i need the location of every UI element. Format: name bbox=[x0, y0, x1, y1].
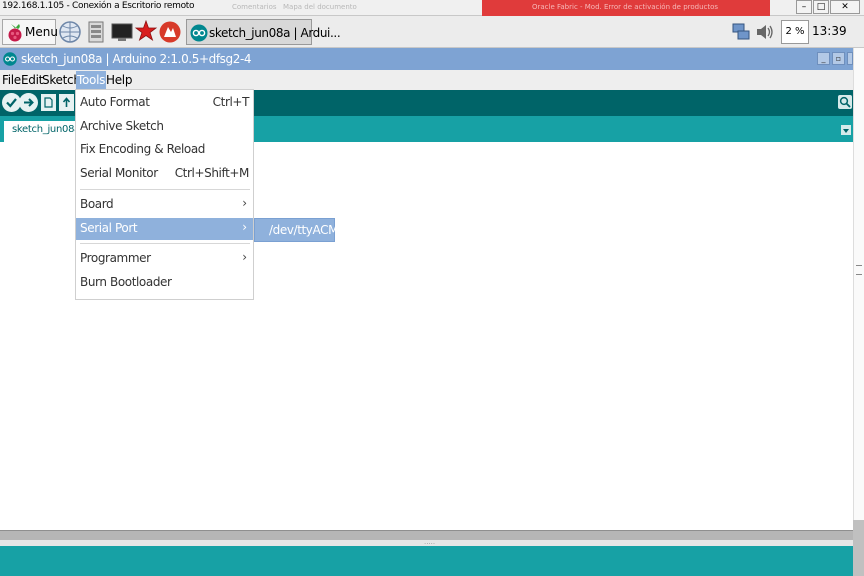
background-window-banner: Oracle Fabric - Mod. Error de activación… bbox=[482, 0, 770, 16]
menu-item-label: Serial Port bbox=[80, 221, 138, 235]
arduino-icon bbox=[3, 52, 17, 66]
cpu-usage-monitor[interactable]: 2 % bbox=[781, 20, 809, 44]
rdp-minimize-button[interactable]: – bbox=[796, 0, 812, 14]
terminal-icon[interactable] bbox=[110, 20, 134, 44]
menu-item-auto-format[interactable]: Auto Format Ctrl+T bbox=[76, 92, 253, 114]
start-menu-button[interactable]: Menu bbox=[2, 19, 58, 45]
menu-item-label: Auto Format bbox=[80, 95, 150, 109]
background-tab-document-map: Mapa del documento bbox=[283, 3, 357, 11]
start-menu-label: Menu bbox=[25, 25, 58, 39]
status-bar bbox=[0, 546, 853, 576]
open-button[interactable] bbox=[59, 94, 74, 111]
serial-port-submenu: /dev/ttyACM0 bbox=[254, 218, 346, 242]
submenu-arrow-icon: › bbox=[242, 250, 247, 264]
vertical-scrollbar[interactable] bbox=[853, 48, 864, 528]
menu-item-label: Fix Encoding & Reload bbox=[80, 142, 205, 156]
taskbar-window-button[interactable]: sketch_jun08a | Ardui... bbox=[186, 19, 341, 45]
serial-monitor-button[interactable] bbox=[838, 95, 852, 109]
upload-button[interactable] bbox=[19, 93, 38, 112]
network-icon[interactable] bbox=[731, 22, 751, 42]
menu-item-programmer[interactable]: Programmer › bbox=[76, 248, 253, 270]
scrollbar-grip[interactable] bbox=[856, 265, 862, 275]
web-browser-icon[interactable] bbox=[58, 20, 82, 44]
menu-item-serial-port[interactable]: Serial Port › bbox=[76, 218, 253, 240]
mathematica-icon[interactable] bbox=[134, 20, 158, 44]
menu-item-serial-monitor[interactable]: Serial Monitor Ctrl+Shift+M bbox=[76, 163, 253, 185]
raspberry-icon bbox=[8, 24, 22, 42]
submenu-arrow-icon: › bbox=[242, 196, 247, 210]
window-title: sketch_jun08a | Arduino 2:1.0.5+dfsg2-4 bbox=[21, 52, 252, 66]
remote-desktop-title: 192.168.1.105 - Conexión a Escritorio re… bbox=[2, 1, 195, 11]
chevron-down-icon bbox=[843, 129, 849, 133]
serial-port-option[interactable]: /dev/ttyACM0 bbox=[269, 223, 346, 237]
wolfram-icon[interactable] bbox=[158, 20, 182, 44]
menu-separator bbox=[80, 189, 250, 190]
file-manager-icon[interactable] bbox=[84, 20, 108, 44]
menu-item-label: Board bbox=[80, 197, 114, 211]
remote-desktop-title-bar: 192.168.1.105 - Conexión a Escritorio re… bbox=[0, 0, 864, 16]
arduino-icon bbox=[190, 24, 208, 42]
tools-dropdown-menu: Auto Format Ctrl+T Archive Sketch Fix En… bbox=[75, 89, 254, 300]
horizontal-scrollbar[interactable] bbox=[0, 530, 853, 540]
menu-item-fix-encoding[interactable]: Fix Encoding & Reload bbox=[76, 139, 253, 161]
tab-sketch[interactable]: sketch_jun08a bbox=[4, 121, 80, 142]
menu-item-label: Serial Monitor bbox=[80, 166, 158, 180]
menu-item-shortcut: Ctrl+Shift+M bbox=[174, 166, 250, 180]
magnifier-icon bbox=[839, 96, 851, 108]
menu-tools[interactable]: Tools bbox=[76, 71, 107, 89]
menu-help[interactable]: Help bbox=[105, 71, 133, 89]
maximize-button[interactable]: ▫ bbox=[832, 52, 845, 65]
rdp-close-button[interactable]: ✕ bbox=[830, 0, 860, 14]
rdp-maximize-button[interactable]: □ bbox=[813, 0, 829, 14]
taskbar-window-label: sketch_jun08a | Ardui... bbox=[209, 26, 341, 40]
volume-icon[interactable] bbox=[755, 22, 775, 42]
background-tab-comments: Comentarios bbox=[232, 3, 277, 11]
menu-item-label: Programmer bbox=[80, 251, 151, 265]
menu-separator bbox=[80, 243, 250, 244]
clock[interactable]: 13:39 bbox=[812, 24, 847, 38]
arrow-right-icon bbox=[24, 98, 34, 107]
menu-file[interactable]: File bbox=[1, 71, 22, 89]
taskbar: Menu sketch_jun08a | Ardui... 2 % 13:39 bbox=[0, 16, 864, 48]
scrollbar-track-bottom[interactable] bbox=[853, 520, 864, 576]
tab-menu-button[interactable] bbox=[841, 125, 851, 135]
menu-item-label: Archive Sketch bbox=[80, 119, 164, 133]
new-file-icon bbox=[44, 97, 53, 108]
menu-item-label: Burn Bootloader bbox=[80, 275, 172, 289]
new-button[interactable] bbox=[41, 94, 56, 111]
background-window-banner-text: Oracle Fabric - Mod. Error de activación… bbox=[532, 3, 719, 11]
menu-item-burn-bootloader[interactable]: Burn Bootloader bbox=[76, 272, 253, 294]
menu-item-shortcut: Ctrl+T bbox=[212, 95, 250, 109]
menu-item-archive-sketch[interactable]: Archive Sketch bbox=[76, 116, 253, 138]
submenu-arrow-icon: › bbox=[242, 220, 247, 234]
menu-bar: File Edit Sketch Tools Help bbox=[0, 70, 853, 90]
menu-item-board[interactable]: Board › bbox=[76, 194, 253, 216]
minimize-button[interactable]: _ bbox=[817, 52, 830, 65]
arrow-up-icon bbox=[62, 97, 71, 107]
window-title-bar[interactable]: sketch_jun08a | Arduino 2:1.0.5+dfsg2-4 … bbox=[0, 48, 853, 70]
